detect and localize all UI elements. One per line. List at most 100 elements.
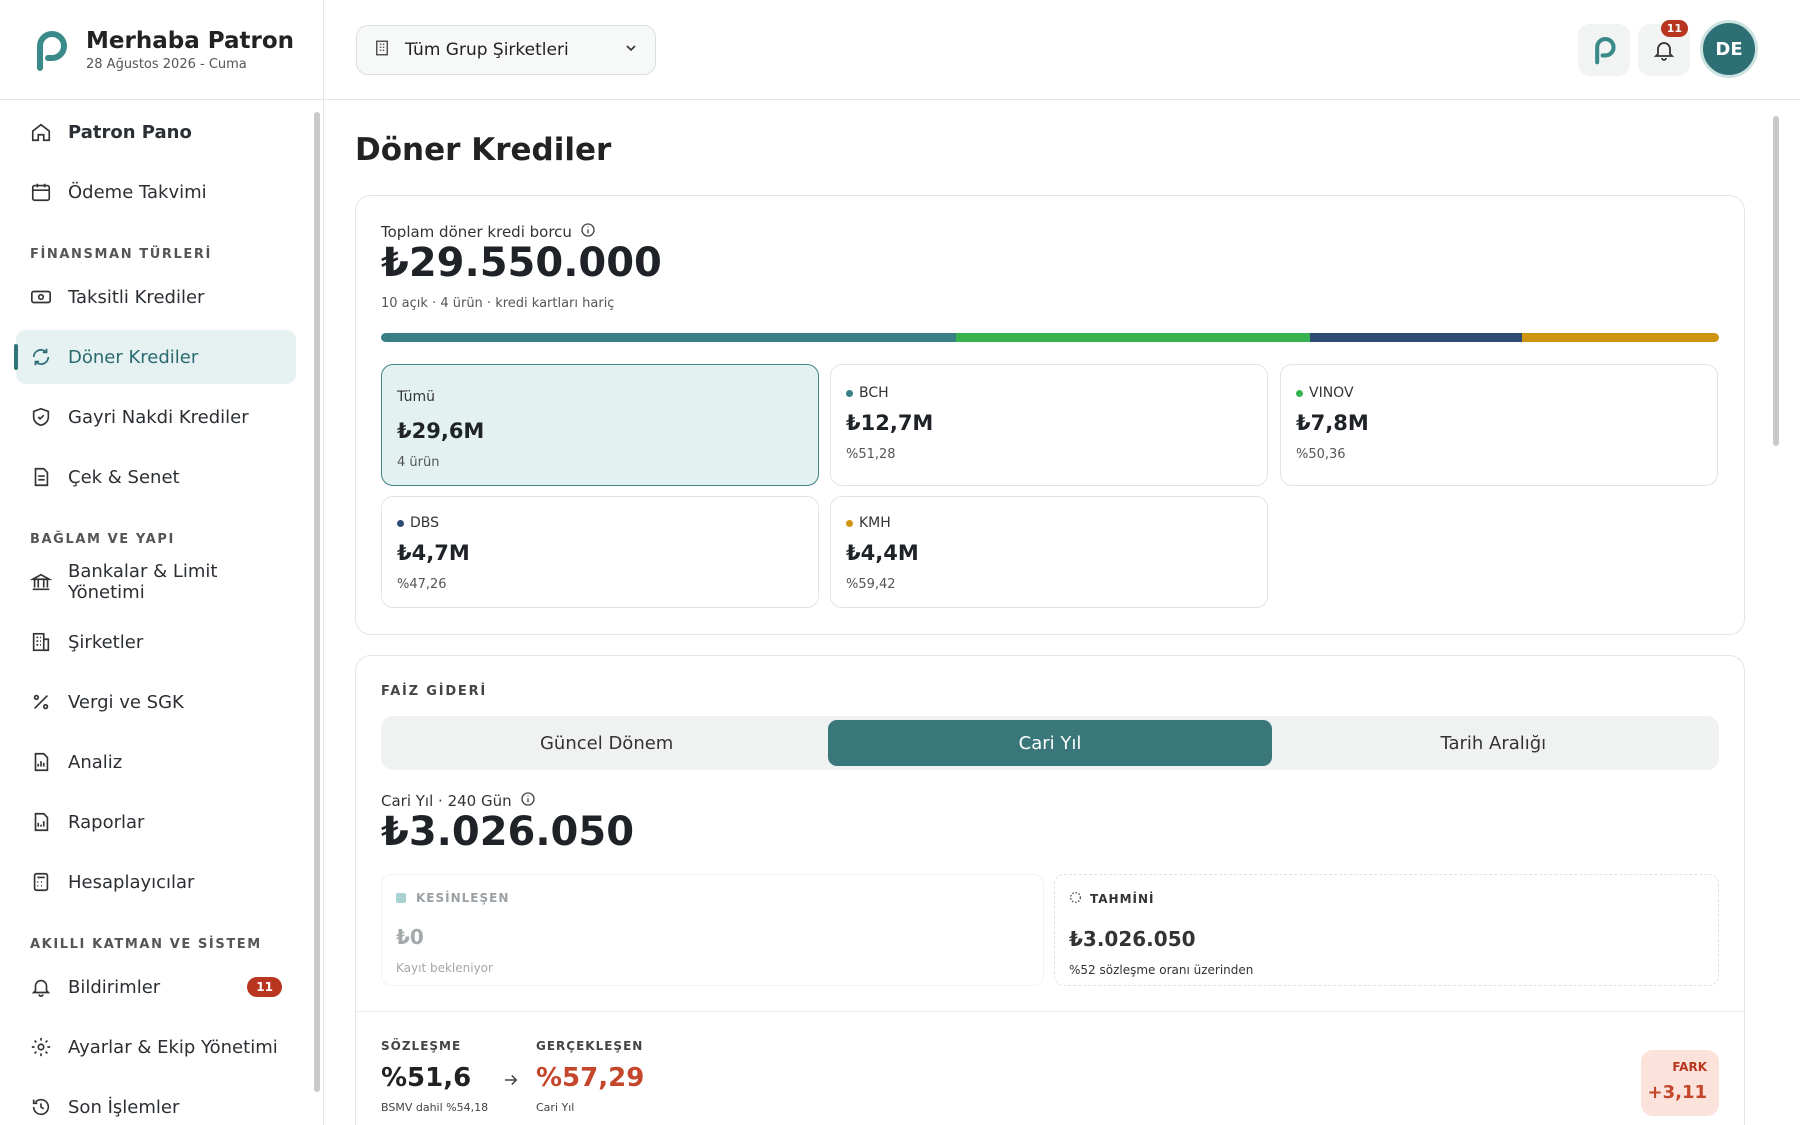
estimated-title: TAHMİNİ [1090,892,1155,906]
period-label: Cari Yıl · 240 Gün [381,792,512,810]
tile-all[interactable]: Tümü ₺29,6M 4 ürün [381,364,819,486]
sidebar-nav: Patron Pano Ödeme Takvimi FİNANSMAN TÜRL… [0,100,310,1125]
confirmed-value: ₺0 [396,925,424,949]
shield-icon [30,406,52,428]
sidebar-item-raporlar[interactable]: Raporlar [16,795,296,849]
main-scrollbar[interactable] [1772,108,1780,1118]
bar-segment-bch [381,333,957,342]
tab-cari-yil[interactable]: Cari Yıl [828,720,1272,766]
sidebar-item-analiz[interactable]: Analiz [16,735,296,789]
estimated-note: %52 sözleşme oranı üzerinden [1069,963,1254,977]
sidebar-item-label: Ödeme Takvimi [68,181,207,203]
tile-sub: 4 ürün [397,455,440,470]
legend-dot [846,519,853,527]
info-icon[interactable] [520,791,536,811]
sidebar-item-bildirimler[interactable]: Bildirimler 11 [16,960,296,1014]
gear-icon [30,1036,52,1058]
section-title-smart-layer: AKILLI KATMAN VE SİSTEM [30,937,262,952]
tile-dbs[interactable]: DBS ₺4,7M %47,26 [381,496,819,608]
sidebar-item-label: Şirketler [68,631,144,653]
sidebar: Merhaba Patron 28 Ağustos 2026 - Cuma Pa… [0,0,324,1125]
sidebar-item-hesaplayicilar[interactable]: Hesaplayıcılar [16,855,296,909]
company-select[interactable]: Tüm Grup Şirketleri [356,25,656,75]
info-icon[interactable] [580,222,596,242]
sidebar-item-taksitli-krediler[interactable]: Taksitli Krediler [16,270,296,324]
sidebar-item-bankalar[interactable]: Bankalar & Limit Yönetimi [16,555,296,609]
contract-value: %51,6 [381,1063,472,1093]
tile-sub: %50,36 [1296,447,1346,462]
confirmed-box: KESİNLEŞEN ₺0 Kayıt bekleniyor [381,874,1044,986]
diff-value: +3,11 [1647,1082,1708,1103]
sidebar-item-odeme-takvimi[interactable]: Ödeme Takvimi [16,165,296,219]
sidebar-item-son-islemler[interactable]: Son İşlemler [16,1080,296,1125]
sidebar-item-sirketler[interactable]: Şirketler [16,615,296,669]
sidebar-item-vergi-sgk[interactable]: Vergi ve SGK [16,675,296,729]
tile-value: ₺4,7M [397,541,470,565]
sidebar-item-doner-krediler[interactable]: Döner Krediler [14,330,296,384]
tab-guncel-donem[interactable]: Güncel Dönem [385,720,828,766]
sidebar-scrollbar-thumb[interactable] [314,112,320,1092]
bar-segment-vinov [956,333,1310,342]
tile-name: Tümü [397,389,436,405]
estimated-value: ₺3.026.050 [1069,927,1196,951]
interest-card: FAİZ GİDERİ Güncel Dönem Cari Yıl Tarih … [355,655,1745,1125]
tile-vinov[interactable]: VINOV ₺7,8M %50,36 [1280,364,1718,486]
section-title-financing: FİNANSMAN TÜRLERİ [30,247,212,262]
cash-icon [30,286,52,308]
calculator-icon [30,871,52,893]
chart-file-icon [30,751,52,773]
section-title-context: BAĞLAM VE YAPI [30,532,175,547]
sidebar-item-label: Taksitli Krediler [68,286,205,308]
sidebar-item-label: Döner Krediler [68,346,199,368]
sidebar-item-ayarlar[interactable]: Ayarlar & Ekip Yönetimi [16,1020,296,1074]
confirmed-title: KESİNLEŞEN [416,891,510,905]
notification-count: 11 [1660,20,1688,37]
period-tabs: Güncel Dönem Cari Yıl Tarih Aralığı [381,716,1719,770]
tile-sub: %47,26 [397,577,447,592]
percent-icon [30,691,52,713]
refresh-icon [30,346,52,368]
main-scrollbar-thumb[interactable] [1773,116,1779,446]
history-icon [30,1096,52,1118]
main-content: Döner Krediler Toplam döner kredi borcu … [324,100,1784,1125]
total-amount: ₺29.550.000 [381,240,662,286]
contract-note: BSMV dahil %54,18 [381,1101,489,1114]
topbar: Tüm Grup Şirketleri 11 DE [324,0,1800,100]
brand-logo-icon[interactable] [30,28,70,72]
arrow-right-icon [502,1071,520,1093]
sidebar-item-label: Bildirimler [68,976,161,998]
tile-name: VINOV [1309,385,1354,401]
greeting-title: Merhaba Patron [86,27,294,54]
tile-sub: %51,28 [846,447,896,462]
realized-value: %57,29 [536,1063,645,1093]
calendar-icon [30,181,52,203]
summary-note: 10 açık · 4 ürün · kredi kartları hariç [381,296,615,311]
tab-tarih-araligi[interactable]: Tarih Aralığı [1272,720,1715,766]
sidebar-item-label: Ayarlar & Ekip Yönetimi [68,1036,278,1058]
diff-title: FARK [1672,1060,1707,1074]
company-select-value: Tüm Grup Şirketleri [405,40,569,60]
sidebar-item-label: Analiz [68,751,123,773]
sidebar-item-patron-pano[interactable]: Patron Pano [16,105,296,159]
tile-kmh[interactable]: KMH ₺4,4M %59,42 [830,496,1268,608]
tile-bch[interactable]: BCH ₺12,7M %51,28 [830,364,1268,486]
brand-logo-icon [1595,37,1616,65]
confirmed-note: Kayıt bekleniyor [396,961,493,975]
sidebar-item-label: Son İşlemler [68,1096,180,1118]
brand-shortcut-button[interactable] [1578,24,1630,76]
legend-dot [1296,389,1303,397]
sidebar-item-cek-senet[interactable]: Çek & Senet [16,450,296,504]
current-date: 28 Ağustos 2026 - Cuma [86,56,247,72]
bank-icon [30,571,52,593]
notifications-button[interactable]: 11 [1638,20,1690,76]
distribution-bar [381,333,1719,342]
document-icon [30,466,52,488]
page-title: Döner Krediler [355,132,612,168]
legend-dot [846,389,853,397]
sidebar-item-label: Vergi ve SGK [68,691,184,713]
avatar[interactable]: DE [1700,20,1758,78]
sidebar-scrollbar[interactable] [312,100,322,1125]
sidebar-item-label: Bankalar & Limit Yönetimi [68,561,218,603]
bell-icon [30,976,52,998]
sidebar-item-gayri-nakdi[interactable]: Gayri Nakdi Krediler [16,390,296,444]
